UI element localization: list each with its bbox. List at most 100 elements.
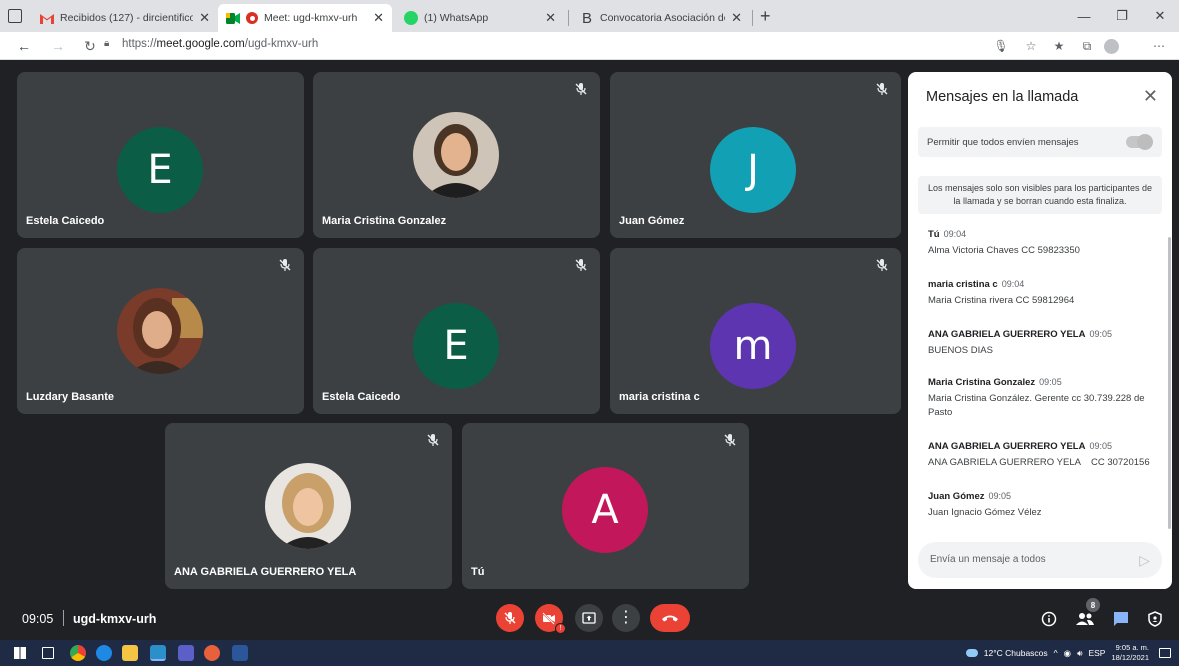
close-tab-icon[interactable]: ✕	[545, 10, 556, 26]
task-view-icon[interactable]	[42, 647, 54, 659]
participant-tile[interactable]: Luzdary Basante	[17, 248, 304, 414]
message-sender: ANA GABRIELA GUERRERO YELA	[928, 329, 1086, 340]
tab-convocatoria[interactable]: B Convocatoria Asociación de Usu ✕	[572, 4, 750, 32]
message-sender: maria cristina c	[928, 279, 998, 290]
meeting-code: ugd-kmxv-urh	[73, 612, 157, 626]
participant-name: Juan Gómez	[619, 215, 685, 227]
more-menu-icon[interactable]: ⋯	[1150, 37, 1168, 55]
participant-avatar: E	[117, 127, 203, 213]
meeting-details-button[interactable]	[1038, 608, 1060, 630]
message-text: Maria Cristina rivera CC 59812964	[928, 295, 1075, 306]
favorites-icon[interactable]: ★	[1050, 37, 1068, 55]
teams-icon[interactable]	[178, 645, 194, 661]
bootstrap-icon: B	[581, 9, 592, 27]
file-explorer-icon[interactable]	[122, 645, 138, 661]
host-controls-button[interactable]	[1144, 608, 1166, 630]
taskbar-clock[interactable]: 9:05 a. m. 18/12/2021	[1111, 643, 1149, 663]
present-screen-button[interactable]	[575, 604, 603, 632]
url-field[interactable]: https://meet.google.com/ugd-kmxv-urh	[122, 38, 318, 50]
message-time: 09:05	[988, 491, 1012, 501]
add-favorite-icon[interactable]: ☆	[1022, 37, 1040, 55]
chat-message: ANA GABRIELA GUERRERO YELA 09:05 BUENOS D…	[928, 324, 1160, 358]
tab-meet[interactable]: Meet: ugd-kmxv-urh ✕	[218, 4, 392, 32]
present-icon	[582, 612, 596, 624]
participant-tile[interactable]: Maria Cristina Gonzalez	[313, 72, 600, 238]
chat-input[interactable]: Envía un mensaje a todos ▷	[918, 542, 1162, 578]
chat-button[interactable]	[1110, 608, 1132, 630]
weather-text[interactable]: 12°C Chubascos	[984, 648, 1048, 658]
leave-call-button[interactable]	[650, 604, 690, 632]
chat-message: Juan Gómez 09:05 Juan Ignacio Gómez Vélez	[928, 486, 1160, 520]
new-tab-button[interactable]: +	[760, 6, 771, 27]
info-icon	[1041, 611, 1057, 627]
tab-title: (1) WhatsApp	[424, 12, 489, 24]
participant-avatar: m	[710, 303, 796, 389]
chat-scrollbar[interactable]	[1168, 237, 1171, 529]
tab-gmail[interactable]: Recibidos (127) - dircientifico@ ✕	[32, 4, 218, 32]
mic-off-icon	[876, 83, 888, 95]
mic-off-icon	[876, 259, 888, 271]
browser-tab-bar: Recibidos (127) - dircientifico@ ✕ Meet:…	[0, 0, 1179, 32]
tab-title: Recibidos (127) - dircientifico@	[60, 12, 194, 24]
tab-whatsapp[interactable]: (1) WhatsApp ✕	[396, 4, 564, 32]
participant-name: maria cristina c	[619, 391, 700, 403]
participant-tile[interactable]: A Tú	[462, 423, 749, 589]
close-chat-button[interactable]: ✕	[1143, 86, 1158, 107]
collections-icon[interactable]: ⧉	[1078, 37, 1096, 55]
close-window-button[interactable]: ✕	[1141, 0, 1179, 32]
more-options-button[interactable]: ⋮	[612, 604, 640, 632]
app-icon[interactable]	[204, 645, 220, 661]
send-icon[interactable]: ▷	[1139, 552, 1150, 569]
close-tab-icon[interactable]: ✕	[373, 10, 384, 26]
chat-message: Maria Cristina Gonzalez 09:05 Maria Crist…	[928, 372, 1160, 420]
language-indicator[interactable]: ESP	[1088, 648, 1105, 658]
participant-tile[interactable]: E Estela Caicedo	[17, 72, 304, 238]
chat-panel: Mensajes en la llamada ✕ Permitir que to…	[908, 72, 1172, 589]
word-icon[interactable]	[232, 645, 248, 661]
chat-icon	[1114, 612, 1128, 626]
minimize-button[interactable]: —	[1065, 0, 1103, 32]
notifications-icon[interactable]	[1159, 648, 1171, 658]
mic-off-icon	[575, 259, 587, 271]
gmail-icon	[40, 11, 54, 25]
participant-avatar: A	[562, 467, 648, 553]
forward-button[interactable]: →	[48, 36, 68, 56]
edge-icon[interactable]	[96, 645, 112, 661]
clock-time: 9:05 a. m.	[1115, 643, 1149, 652]
profile-avatar[interactable]	[1102, 37, 1120, 55]
url-host: meet.google.com	[156, 38, 245, 50]
participant-tile[interactable]: ANA GABRIELA GUERRERO YELA	[165, 423, 452, 589]
reload-button[interactable]: ↻	[80, 36, 100, 56]
whatsapp-icon	[404, 11, 418, 25]
participant-name: Luzdary Basante	[26, 391, 115, 403]
participant-photo	[413, 112, 499, 198]
chevron-up-icon[interactable]: ^	[1054, 648, 1058, 658]
app-icon[interactable]	[150, 645, 166, 661]
message-time: 09:04	[943, 229, 967, 239]
chrome-icon[interactable]	[70, 645, 86, 661]
toggle-camera-button[interactable]: !	[535, 604, 566, 634]
back-button[interactable]: ←	[14, 36, 34, 56]
close-tab-icon[interactable]: ✕	[199, 10, 210, 26]
toggle-microphone-button[interactable]	[496, 604, 524, 632]
more-vert-icon: ⋮	[618, 609, 634, 626]
participant-tile[interactable]: J Juan Gómez	[610, 72, 901, 238]
hang-up-icon	[662, 615, 678, 622]
volume-icon[interactable]: 🔊︎	[1077, 648, 1082, 659]
tab-separator	[568, 10, 569, 26]
participant-tile[interactable]: E Estela Caicedo	[313, 248, 600, 414]
message-text: Alma Victoria Chaves CC 59823350	[928, 245, 1080, 256]
participant-name: Maria Cristina Gonzalez	[322, 215, 447, 227]
allow-messages-toggle[interactable]	[1126, 134, 1153, 150]
tab-title: Meet: ugd-kmxv-urh	[264, 12, 358, 24]
close-tab-icon[interactable]: ✕	[731, 10, 742, 26]
camera-warning-badge: !	[555, 623, 566, 634]
participant-tile[interactable]: m maria cristina c	[610, 248, 901, 414]
windows-start-icon[interactable]	[14, 647, 26, 659]
restore-button[interactable]: ❐	[1103, 0, 1141, 32]
tab-actions-icon[interactable]	[8, 9, 22, 23]
microphone-permission-icon[interactable]: 🎙︎	[992, 37, 1010, 55]
network-icon[interactable]: ◉	[1064, 648, 1071, 659]
clock-date: 18/12/2021	[1111, 653, 1149, 662]
mic-off-icon	[575, 83, 587, 95]
